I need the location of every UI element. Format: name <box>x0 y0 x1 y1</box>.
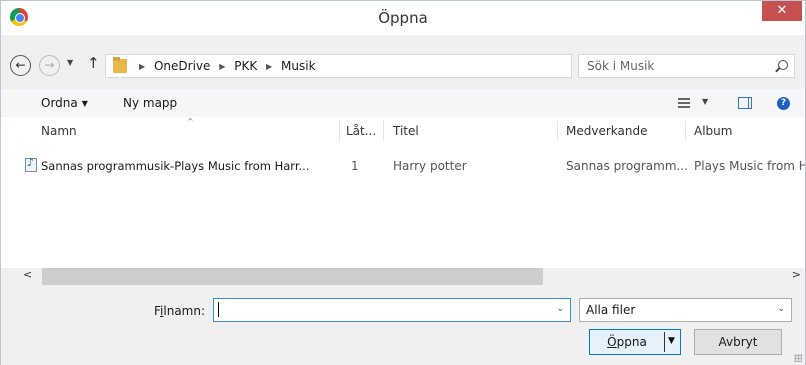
file-type-select[interactable]: Alla filer ⌄ <box>579 298 792 322</box>
track-title: Harry potter <box>393 159 467 173</box>
chevron-down-icon: ▼ <box>67 58 74 67</box>
open-file-dialog: Öppna ✕ ← → ▼ ↑ ▶ OneDrive ▶ PKK ▶ Musik <box>0 0 806 365</box>
breadcrumb-item-onedrive[interactable]: OneDrive <box>154 59 210 73</box>
resize-grip-icon[interactable] <box>794 354 802 362</box>
dialog-footer: Filnamn: ⌄ Alla filer ⌄ Öppna ▼ Avbryt <box>1 285 805 365</box>
scroll-right-icon[interactable]: > <box>792 268 801 281</box>
file-type-value: Alla filer <box>586 303 636 317</box>
column-header-name[interactable]: Namn <box>41 124 77 138</box>
column-header-artists[interactable]: Medverkande <box>566 124 647 138</box>
filename-combobox[interactable]: ⌄ <box>213 298 571 322</box>
help-icon[interactable]: ? <box>777 97 790 110</box>
column-header-album[interactable]: Album <box>694 124 732 138</box>
window-title: Öppna <box>378 9 428 27</box>
breadcrumb-separator-icon[interactable]: ▶ <box>219 62 225 71</box>
cancel-button[interactable]: Avbryt <box>694 329 782 355</box>
filename-label: Filnamn: <box>154 304 206 318</box>
search-box[interactable] <box>578 54 795 78</box>
column-divider[interactable] <box>339 121 340 141</box>
track-artists: Sannas programm... <box>566 159 688 173</box>
file-list[interactable]: ^ Namn Låt... Titel Medverkande Album Sa… <box>1 117 805 268</box>
track-number: 1 <box>351 159 359 173</box>
scroll-left-icon[interactable]: < <box>23 268 32 281</box>
track-album: Plays Music from H <box>694 159 805 173</box>
chevron-down-icon[interactable]: ▼ <box>702 97 708 106</box>
file-name: Sannas programmusik-Plays Music from Har… <box>41 159 310 173</box>
horizontal-scrollbar[interactable]: < > <box>1 268 805 285</box>
recent-locations-dropdown[interactable]: ▼ <box>67 58 73 67</box>
close-icon: ✕ <box>776 3 788 18</box>
organize-button[interactable]: Ordna ▼ <box>41 96 88 110</box>
up-button[interactable]: ↑ <box>87 54 100 72</box>
breadcrumb[interactable]: ▶ OneDrive ▶ PKK ▶ Musik ⌄ ↻ <box>105 54 663 78</box>
new-folder-button[interactable]: Ny mapp <box>123 96 177 110</box>
breadcrumb-separator-icon[interactable]: ▶ <box>139 62 145 71</box>
search-input[interactable] <box>579 55 759 77</box>
new-folder-label: Ny mapp <box>123 96 178 110</box>
back-button[interactable]: ← <box>10 55 31 76</box>
preview-pane-icon[interactable] <box>738 97 752 109</box>
chevron-down-icon: ⌄ <box>777 304 785 314</box>
column-divider[interactable] <box>557 121 558 141</box>
search-icon[interactable] <box>778 60 788 70</box>
text-caret <box>218 302 219 317</box>
split-divider <box>664 332 665 352</box>
breadcrumb-item-pkk[interactable]: PKK <box>234 59 257 73</box>
arrow-left-icon: ← <box>15 58 26 72</box>
column-divider[interactable] <box>685 121 686 141</box>
column-header-title[interactable]: Titel <box>393 124 419 138</box>
forward-button[interactable]: → <box>39 55 60 76</box>
breadcrumb-item-musik[interactable]: Musik <box>281 59 316 73</box>
open-options-chevron-icon[interactable]: ▼ <box>668 336 675 346</box>
breadcrumb-path: ▶ OneDrive ▶ PKK ▶ Musik <box>134 59 316 73</box>
column-header-track[interactable]: Låt... <box>346 124 376 138</box>
music-file-icon <box>25 156 37 172</box>
arrow-up-icon: ↑ <box>87 54 100 72</box>
column-divider[interactable] <box>383 121 384 141</box>
open-button[interactable]: Öppna ▼ <box>589 329 681 355</box>
command-bar: Ordna ▼ Ny mapp ▼ ? <box>1 89 805 117</box>
open-button-label: Öppna <box>607 335 647 349</box>
close-button[interactable]: ✕ <box>762 1 802 21</box>
organize-label: Ordna <box>41 96 78 110</box>
scrollbar-thumb[interactable] <box>42 268 543 285</box>
folder-icon <box>113 57 127 73</box>
breadcrumb-separator-icon[interactable]: ▶ <box>266 62 272 71</box>
address-row: ← → ▼ ↑ ▶ OneDrive ▶ PKK ▶ Musik ⌄ ↻ <box>1 35 805 89</box>
filename-input[interactable] <box>214 299 544 321</box>
view-options-icon[interactable] <box>678 98 690 108</box>
chevron-down-icon: ▼ <box>81 99 88 108</box>
chevron-down-icon[interactable]: ⌄ <box>556 304 564 314</box>
sort-ascending-icon: ^ <box>187 117 194 126</box>
title-bar[interactable]: Öppna ✕ <box>1 1 805 35</box>
arrow-right-icon: → <box>44 58 55 72</box>
